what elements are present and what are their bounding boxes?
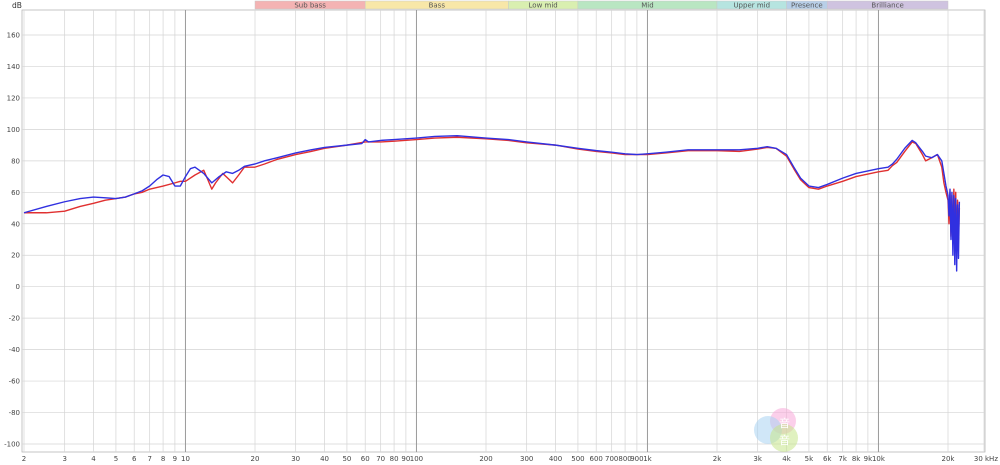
y-tick-label-6: 40 (11, 220, 20, 228)
frequency-response-chart: Sub bass Bass Low mid Mid Upper mid Presence B… (4, 0, 998, 463)
x-tick-label-19: 300 (520, 455, 533, 463)
x-tick-label-15: 80 (390, 455, 399, 463)
x-tick-label-33: 8k (852, 455, 861, 463)
x-tick-label-7: 9 (173, 455, 177, 463)
x-tick-label-4: 6 (132, 455, 137, 463)
x-tick-label-21: 500 (571, 455, 584, 463)
x-tick-label-22: 600 (590, 455, 603, 463)
y-tick-label-4: 80 (11, 157, 20, 165)
band-label-0: Sub bass (294, 1, 326, 9)
y-tick-label-10: -40 (9, 346, 20, 354)
x-tick-label-23: 700 (605, 455, 618, 463)
y-tick-label-12: -80 (9, 409, 20, 417)
y-tick-label-2: 120 (7, 94, 20, 102)
y-tick-label-13: -100 (4, 441, 20, 449)
band-label-3: Mid (641, 1, 653, 9)
x-tick-label-18: 200 (479, 455, 492, 463)
x-tick-label-31: 6k (823, 455, 832, 463)
x-tick-label-30: 5k (805, 455, 814, 463)
axes: dB 160140120100806040200-20-40-60-80-100… (4, 1, 998, 463)
x-tick-label-1: 3 (62, 455, 66, 463)
y-tick-label-3: 100 (7, 126, 20, 134)
watermark-glyph-top: 音 (779, 416, 790, 430)
x-tick-label-12: 50 (342, 455, 351, 463)
band-label-4: Upper mid (733, 1, 770, 9)
y-tick-label-11: -60 (9, 378, 20, 386)
grid (21, 9, 986, 453)
band-label-5: Presence (791, 1, 823, 9)
series-layer (23, 134, 961, 272)
x-tick-label-17: 100 (410, 455, 423, 463)
x-tick-label-36: 20k (942, 455, 956, 463)
y-tick-label-9: -20 (9, 315, 20, 323)
x-tick-label-2: 4 (91, 455, 96, 463)
watermark-glyph-bottom: 音 (779, 433, 790, 447)
x-tick-label-25: 900 (630, 455, 643, 463)
y-tick-label-5: 60 (11, 189, 20, 197)
x-tick-label-5: 7 (147, 455, 151, 463)
y-tick-label-8: 0 (16, 283, 20, 291)
x-tick-label-13: 60 (361, 455, 370, 463)
band-label-1: Bass (429, 1, 446, 9)
x-tick-label-0: 2 (22, 455, 26, 463)
x-tick-label-20: 400 (549, 455, 562, 463)
y-unit-label: dB (12, 1, 22, 10)
x-tick-label-9: 20 (251, 455, 260, 463)
x-tick-label-29: 4k (782, 455, 791, 463)
x-tick-label-3: 5 (114, 455, 118, 463)
band-label-2: Low mid (529, 1, 558, 9)
x-tick-label-11: 40 (320, 455, 329, 463)
y-tick-label-0: 160 (7, 32, 20, 40)
series-line-1 (23, 134, 961, 272)
x-tick-label-28: 3k (753, 455, 762, 463)
x-tick-label-27: 2k (713, 455, 722, 463)
x-tick-label-35: 10k (872, 455, 886, 463)
y-tick-label-1: 140 (7, 63, 20, 71)
x-tick-label-26: 1k (643, 455, 652, 463)
y-tick-label-7: 20 (11, 252, 20, 260)
watermark-logo: 音 音 (754, 408, 798, 452)
x-tick-label-32: 7k (838, 455, 847, 463)
x-tick-label-8: 10 (181, 455, 190, 463)
x-tick-label-6: 8 (161, 455, 165, 463)
x-tick-label-14: 70 (376, 455, 385, 463)
frequency-band-bar: Sub bass Bass Low mid Mid Upper mid Presence B… (254, 0, 949, 9)
plot-frame (21, 9, 986, 453)
x-tick-label-10: 30 (291, 455, 300, 463)
x-tick-label-37: 30 kHz (974, 455, 998, 463)
band-label-6: Brilliance (871, 1, 903, 9)
series-line-0 (24, 136, 961, 250)
